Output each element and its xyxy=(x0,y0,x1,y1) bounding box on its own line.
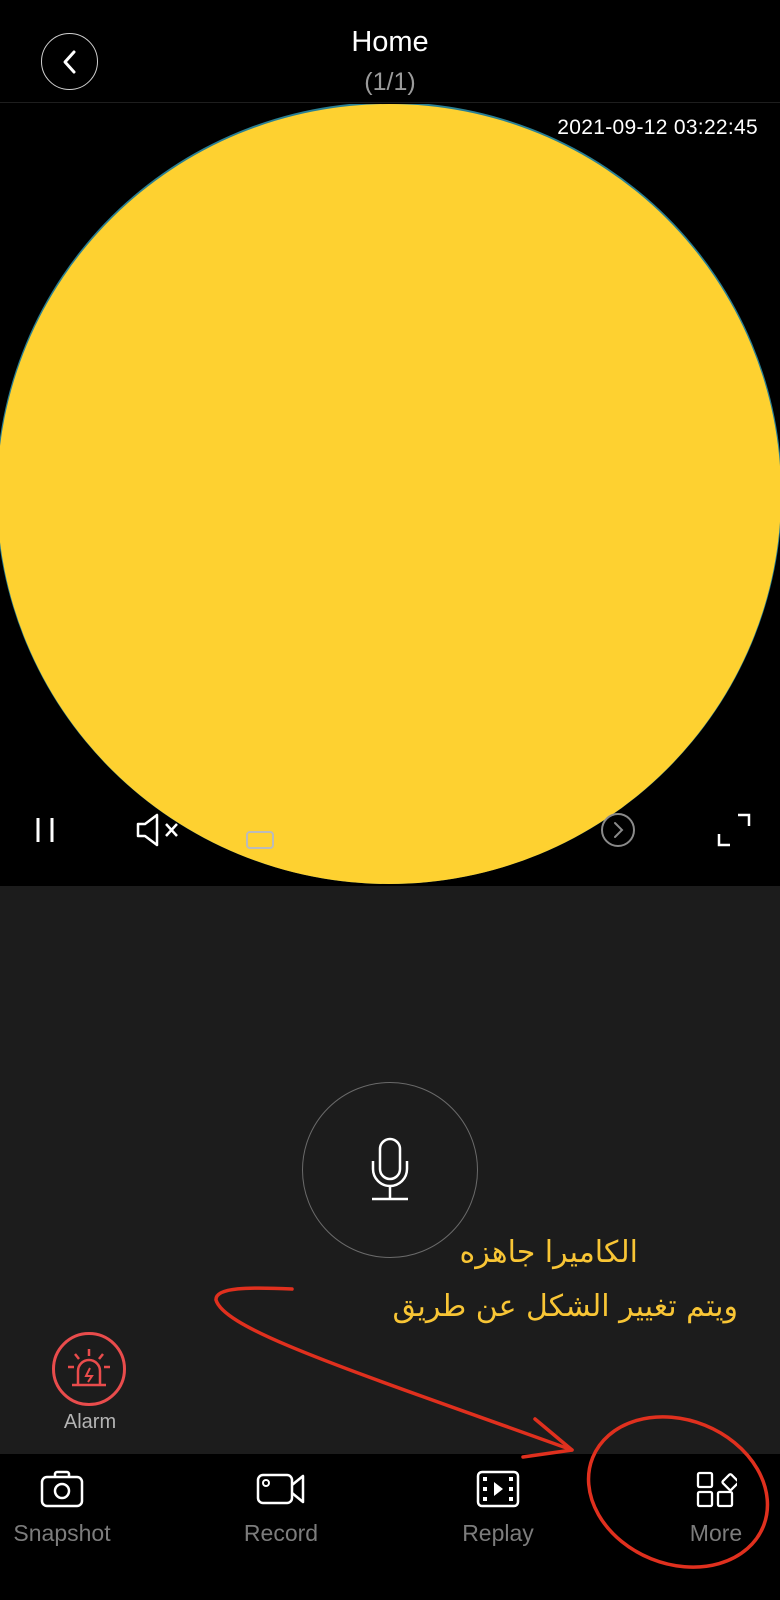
siren-icon xyxy=(68,1349,110,1387)
grid-more-icon xyxy=(696,1471,737,1508)
header: Home (1/1) xyxy=(0,0,780,103)
more-button[interactable]: More xyxy=(641,1466,780,1566)
hd-badge-icon xyxy=(246,831,274,849)
fullscreen-button[interactable] xyxy=(712,808,756,852)
page-title: Home xyxy=(351,26,429,58)
video-feed[interactable]: 2021-09-12 03:22:45 xyxy=(0,104,780,886)
pause-button[interactable] xyxy=(25,810,65,850)
annotation-line-1: الكاميرا جاهزه xyxy=(459,1235,638,1270)
record-label: Record xyxy=(243,1520,319,1546)
record-button[interactable]: Record xyxy=(206,1466,356,1566)
snapshot-label: Snapshot xyxy=(13,1520,111,1546)
annotation-text: الكاميرا جاهزه ويتم تغيير الشكل عن طريق xyxy=(392,1226,738,1334)
video-timestamp: 2021-09-12 03:22:45 xyxy=(557,116,758,139)
quality-button[interactable] xyxy=(245,829,275,851)
replay-label: Replay xyxy=(462,1520,534,1546)
camera-icon xyxy=(40,1470,84,1508)
video-camera-icon xyxy=(256,1473,305,1505)
microphone-icon xyxy=(371,1137,409,1201)
annotation-line-2: ويتم تغيير الشكل عن طريق xyxy=(392,1289,738,1324)
camera-fisheye-image xyxy=(0,104,780,884)
film-play-icon xyxy=(476,1470,520,1508)
speaker-muted-icon xyxy=(136,813,178,847)
replay-button[interactable]: Replay xyxy=(423,1466,573,1566)
next-channel-button[interactable] xyxy=(598,810,638,850)
pause-icon xyxy=(36,818,54,842)
chevron-right-circle-icon xyxy=(601,813,635,847)
more-label: More xyxy=(689,1520,743,1546)
page-counter: (1/1) xyxy=(364,68,416,96)
control-panel: الكاميرا جاهزه ويتم تغيير الشكل عن طريق … xyxy=(0,886,780,1454)
bottom-toolbar: Snapshot Record Replay More xyxy=(0,1454,780,1600)
alarm-label: Alarm xyxy=(63,1411,117,1433)
fullscreen-icon xyxy=(717,813,751,847)
alarm-button[interactable] xyxy=(52,1332,126,1406)
snapshot-button[interactable]: Snapshot xyxy=(0,1466,137,1566)
mute-button[interactable] xyxy=(133,808,187,852)
